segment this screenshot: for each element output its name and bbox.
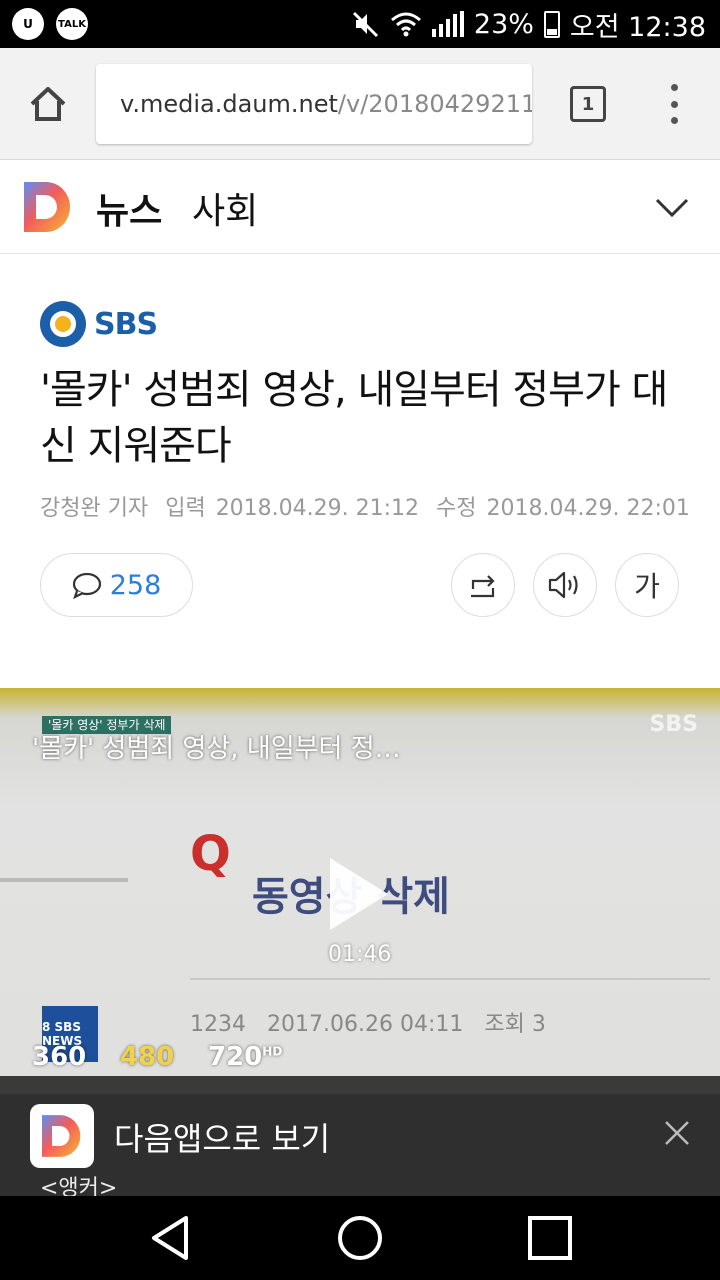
system-nav-bar [0, 1196, 720, 1280]
reporter: 강청완 기자 [40, 496, 149, 521]
battery-icon [543, 10, 560, 38]
video-duration: 01:46 [328, 942, 392, 967]
read-aloud-button[interactable] [533, 553, 597, 617]
video-q-mark: Q [190, 826, 231, 882]
comment-button[interactable]: 258 [40, 553, 193, 617]
video-watermark: SBS [649, 712, 698, 737]
url-host: v.media.daum.net [120, 90, 338, 118]
uplus-app-icon: U [12, 8, 44, 40]
byline: 강청완 기자 입력 2018.04.29. 21:12 수정 2018.04.29.… [40, 490, 700, 522]
daum-logo[interactable] [24, 182, 72, 232]
clock: 오전 12:38 [569, 11, 706, 43]
overflow-menu-icon[interactable] [664, 84, 684, 124]
close-icon[interactable] [662, 1118, 692, 1148]
font-size-button[interactable]: 가 [615, 553, 679, 617]
site-header: 뉴스 사회 [0, 160, 720, 254]
wifi-icon [390, 12, 421, 37]
daum-logo-small [42, 1115, 81, 1157]
modified-label: 수정 [436, 496, 477, 521]
share-icon [471, 575, 495, 598]
daum-app-icon [30, 1104, 94, 1168]
speech-bubble-icon [72, 572, 101, 599]
url-path: /v/201804292112 [337, 90, 532, 118]
source-name: SBS [94, 306, 158, 342]
status-bar: U TALK 23% 오전 12:38 [0, 0, 720, 48]
signal-icon [431, 11, 464, 37]
address-bar[interactable]: v.media.daum.net/v/201804292112 [96, 64, 532, 144]
modified-time: 2018.04.29. 22:01 [486, 496, 690, 521]
share-button[interactable] [451, 553, 515, 617]
speaker-icon [548, 571, 578, 599]
battery-percent: 23% [473, 8, 534, 40]
tab-switcher-button[interactable]: 1 [570, 86, 606, 122]
quality-360[interactable]: 360 [32, 1042, 86, 1072]
video-meta-views: 조회 3 [484, 1012, 546, 1037]
source-logo[interactable]: SBS [40, 300, 158, 348]
section-title[interactable]: 뉴스 [96, 182, 162, 234]
video-meta: 1234 2017.06.26 04:11 조회 3 [190, 1006, 560, 1038]
quality-480[interactable]: 480 [120, 1042, 174, 1072]
home-icon[interactable] [26, 82, 70, 126]
home-nav-icon[interactable] [334, 1212, 386, 1264]
video-title: '몰카' 성범죄 영상, 내일부터 정… [32, 734, 401, 764]
comment-count: 258 [109, 569, 162, 601]
quality-720[interactable]: 720HD [208, 1042, 282, 1072]
kakaotalk-icon: TALK [56, 8, 88, 40]
input-time: 2018.04.29. 21:12 [215, 496, 420, 521]
hd-badge: HD [262, 1044, 283, 1059]
chevron-down-icon[interactable] [654, 190, 690, 226]
video-player[interactable]: '몰카 영상' 정부가 삭제 '몰카' 성범죄 영상, 내일부터 정… SBS … [0, 688, 720, 1076]
mute-icon [352, 11, 378, 38]
recents-icon[interactable] [524, 1212, 576, 1264]
input-label: 입력 [165, 496, 206, 521]
open-in-app-text[interactable]: 다음앱으로 보기 [114, 1114, 330, 1160]
video-meta-date: 2017.06.26 04:11 [267, 1012, 464, 1037]
article-headline: '몰카' 성범죄 영상, 내일부터 정부가 대신 지워준다 [40, 367, 668, 469]
subsection-title[interactable]: 사회 [192, 182, 258, 234]
browser-toolbar: v.media.daum.net/v/201804292112 1 [0, 48, 720, 160]
play-icon[interactable] [330, 858, 388, 930]
back-icon[interactable] [146, 1212, 198, 1264]
video-meta-id: 1234 [190, 1012, 246, 1037]
